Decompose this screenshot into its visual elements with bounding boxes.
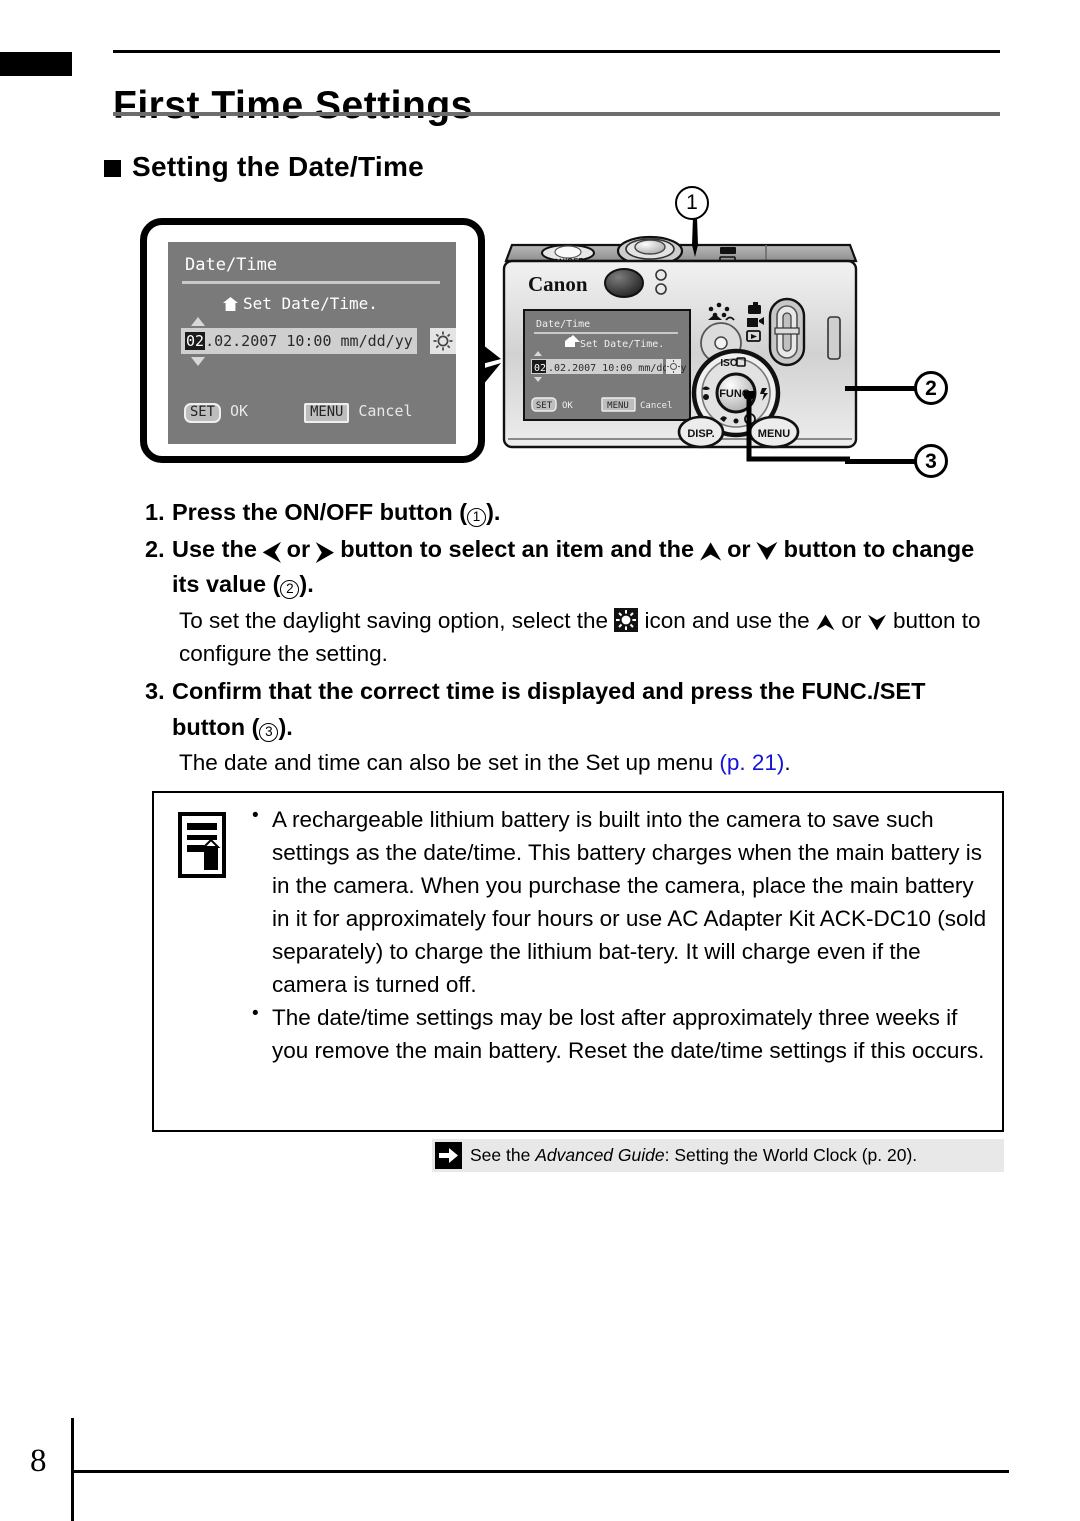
key-set-action: OK bbox=[229, 402, 249, 420]
svg-text:Cancel: Cancel bbox=[640, 401, 673, 411]
see-also-italic: Advanced Guide bbox=[535, 1145, 665, 1165]
disp-button: DISP. bbox=[677, 415, 725, 449]
lcd-screen-large: Date/Time Set Date/Time. 02.02.2007 10:0… bbox=[168, 242, 456, 444]
step-2-ref-circle: 2 bbox=[280, 580, 300, 600]
see-also-text: See the Advanced Guide: Setting the Worl… bbox=[470, 1145, 917, 1166]
callout-marker-1: 1 bbox=[675, 186, 709, 220]
svg-text:OK: OK bbox=[562, 401, 573, 411]
chapter-tab-marker bbox=[0, 52, 72, 76]
see-also-text-a: See the bbox=[470, 1145, 536, 1165]
note-item: The date/time settings may be lost after… bbox=[252, 1000, 990, 1067]
indicator-lamp-upper bbox=[655, 269, 667, 281]
header-rule-top bbox=[113, 50, 1000, 53]
sun-icon bbox=[614, 608, 639, 633]
page-reference-link[interactable]: (p. 21) bbox=[719, 750, 784, 775]
key-set-badge[interactable]: SET bbox=[184, 403, 221, 423]
step-3: 3. Confirm that the correct time is disp… bbox=[145, 674, 1005, 745]
callout-marker-2: 2 bbox=[914, 371, 948, 405]
step-1-body: Press the ON/OFF button (1). bbox=[172, 495, 1005, 531]
arrow-left-icon: ⮜ bbox=[263, 537, 281, 564]
callout-3-elbow bbox=[744, 391, 850, 462]
step-2-text-f: ). bbox=[299, 571, 314, 598]
lcd-subtitle-row: Set Date/Time. bbox=[223, 294, 378, 313]
step-3-text-b: ). bbox=[278, 714, 293, 741]
step-2: 2. Use the ⮜ or ⮞ button to select an it… bbox=[145, 532, 1005, 603]
iso-label: ISO bbox=[720, 358, 737, 369]
step-2-text-d: or bbox=[720, 535, 758, 562]
step-1-ref-circle: 1 bbox=[467, 508, 487, 527]
lcd-title: Date/Time bbox=[185, 255, 278, 275]
step-2-sub-a: To set the daylight saving option, selec… bbox=[179, 608, 615, 634]
step-2-substep: To set the daylight saving option, selec… bbox=[145, 604, 1005, 670]
header-rule-bottom bbox=[113, 112, 1000, 116]
arrow-up-icon: ⮝ bbox=[815, 610, 836, 636]
svg-text:MENU: MENU bbox=[607, 401, 629, 411]
arrow-right-icon bbox=[435, 1142, 462, 1169]
callout-1-leader bbox=[692, 217, 698, 257]
date-month-highlight[interactable]: 02 bbox=[185, 332, 206, 350]
lcd-divider bbox=[182, 281, 440, 284]
daylight-saving-icon[interactable] bbox=[430, 328, 456, 354]
step-1: 1. Press the ON/OFF button (1). bbox=[145, 495, 1005, 531]
arrow-up-icon: ⮝ bbox=[700, 537, 721, 564]
step-3-sub-a: The date and time can also be set in the… bbox=[179, 749, 720, 775]
step-1-number: 1. bbox=[145, 499, 165, 525]
camera-brand-label: Canon bbox=[528, 272, 588, 296]
step-3-ref-circle: 3 bbox=[259, 723, 279, 743]
arrow-down-icon: ⮟ bbox=[757, 537, 778, 564]
svg-text:Date/Time: Date/Time bbox=[536, 319, 590, 330]
step-2-sub-c: or bbox=[835, 608, 868, 634]
key-menu-badge[interactable]: MENU bbox=[304, 403, 350, 423]
callout-marker-3: 3 bbox=[914, 444, 948, 478]
instruction-steps: 1. Press the ON/OFF button (1). 2. Use t… bbox=[145, 495, 1005, 783]
note-list: A rechargeable lithium battery is built … bbox=[250, 802, 990, 1068]
strap-lug bbox=[827, 316, 841, 360]
indicator-lamp-lower bbox=[655, 283, 667, 295]
svg-text:DISP.: DISP. bbox=[687, 428, 714, 440]
note-box: A rechargeable lithium battery is built … bbox=[152, 791, 1004, 1132]
step-2-body: Use the ⮜ or ⮞ button to select an item … bbox=[172, 532, 1005, 603]
arrow-down-icon: ⮟ bbox=[867, 610, 887, 636]
step-3-body: Confirm that the correct time is display… bbox=[172, 674, 1005, 745]
triangle-down-icon[interactable] bbox=[191, 357, 205, 366]
callout-2-leader bbox=[845, 386, 917, 391]
svg-text:SET: SET bbox=[536, 401, 553, 411]
page-number: 8 bbox=[30, 1443, 47, 1479]
svg-text:Set Date/Time.: Set Date/Time. bbox=[580, 339, 664, 350]
svg-text:02: 02 bbox=[534, 363, 546, 374]
date-rest: .02.2007 10:00 mm/dd/yy bbox=[205, 332, 413, 350]
date-time-field[interactable]: 02.02.2007 10:00 mm/dd/yy bbox=[181, 328, 417, 354]
memo-pencil-icon bbox=[178, 812, 226, 878]
step-2-text-a: Use the bbox=[172, 535, 264, 562]
see-also-bar: See the Advanced Guide: Setting the Worl… bbox=[432, 1139, 1004, 1172]
lcd-subtitle-label: Set Date/Time. bbox=[243, 294, 378, 313]
footer-horizontal-rule bbox=[71, 1470, 1009, 1473]
arrow-right-icon: ⮞ bbox=[316, 537, 334, 564]
step-3-sub-b: . bbox=[784, 749, 791, 775]
triangle-up-icon[interactable] bbox=[191, 317, 205, 326]
step-1-text-a: Press the ON/OFF button ( bbox=[172, 499, 468, 525]
step-2-sub-b: icon and use the bbox=[638, 608, 816, 634]
svg-text:.02.2007 10:00 mm/dd/yy: .02.2007 10:00 mm/dd/yy bbox=[548, 363, 686, 374]
step-3-substep: The date and time can also be set in the… bbox=[145, 747, 1005, 780]
see-also-text-b: : Setting the World Clock (p. 20). bbox=[664, 1145, 918, 1165]
lcd-footer-keys: SET OK MENU Cancel bbox=[184, 402, 413, 423]
step-2-number: 2. bbox=[145, 535, 165, 562]
mode-slider bbox=[768, 297, 806, 367]
step-2-text-b: or bbox=[280, 535, 317, 562]
step-3-number: 3. bbox=[145, 678, 165, 705]
step-1-text-b: ). bbox=[486, 499, 501, 525]
page-title: First Time Settings bbox=[113, 84, 473, 128]
callout-3-leader bbox=[845, 459, 917, 464]
key-menu-action: Cancel bbox=[358, 402, 413, 420]
step-2-text-c: button to select an item and the bbox=[333, 535, 701, 562]
figure-camera-datetime: Date/Time Set Date/Time. 02.02.2007 10:0… bbox=[0, 175, 1080, 485]
home-icon bbox=[223, 296, 238, 311]
note-item: A rechargeable lithium battery is built … bbox=[252, 802, 990, 1001]
